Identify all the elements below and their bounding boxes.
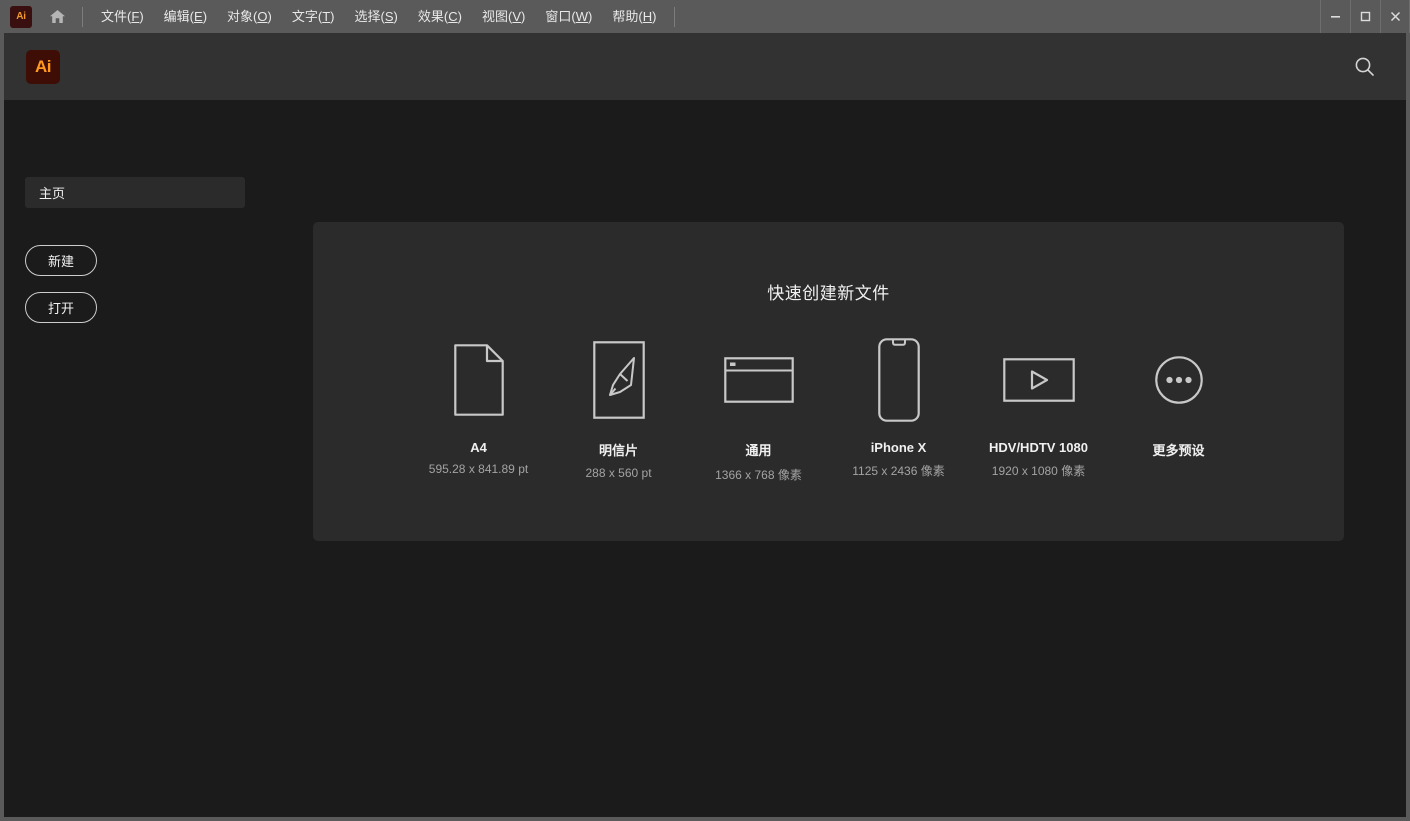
menu-window-mnemonic: W [575, 9, 588, 24]
paintbrush-icon [549, 337, 689, 423]
menu-file[interactable]: 文件(F) [91, 0, 154, 33]
quick-create-panel: 快速创建新文件 A4 595.28 x 841.89 pt 明信片 288 x … [313, 222, 1344, 541]
menu-object-mnemonic: O [257, 9, 268, 24]
menu-type[interactable]: 文字(T) [282, 0, 345, 33]
menu-object[interactable]: 对象(O) [217, 0, 282, 33]
home-button[interactable] [40, 0, 74, 33]
preset-iphone-x-size: 1125 x 2436 像素 [852, 464, 945, 478]
menu-edit[interactable]: 编辑(E) [154, 0, 217, 33]
menu-edit-mnemonic: E [194, 9, 203, 24]
video-play-icon [969, 337, 1109, 423]
illustrator-window: Ai 文件(F) 编辑(E) 对象(O) 文字(T) 选择(S) 效果(C) 视… [0, 0, 1410, 821]
preset-postcard-name: 明信片 [598, 443, 638, 458]
menu-view-mnemonic: V [512, 9, 522, 24]
preset-more[interactable]: 更多预设 [1109, 337, 1249, 466]
menubar-separator [82, 6, 83, 27]
menu-effect-mnemonic: C [448, 9, 458, 24]
home-icon [49, 9, 66, 24]
menubar: 文件(F) 编辑(E) 对象(O) 文字(T) 选择(S) 效果(C) 视图(V… [91, 0, 683, 33]
menu-help[interactable]: 帮助(H) [602, 0, 666, 33]
new-file-button-label: 新建 [47, 254, 74, 269]
menu-type-mnemonic: T [322, 9, 331, 24]
menu-file-text: 文件 [101, 9, 128, 24]
body-area: 主页 新建 打开 快速创建新文件 A4 595.28 x 841.89 pt 明… [4, 100, 1406, 817]
menu-window-text: 窗口 [545, 9, 572, 24]
title-menu-bar: Ai 文件(F) 编辑(E) 对象(O) 文字(T) 选择(S) 效果(C) 视… [0, 0, 1410, 33]
preset-a4[interactable]: A4 595.28 x 841.89 pt [409, 337, 549, 476]
menu-type-text: 文字 [291, 9, 318, 24]
window-controls [1320, 0, 1410, 33]
preset-postcard[interactable]: 明信片 288 x 560 pt [549, 337, 689, 480]
menu-view[interactable]: 视图(V) [472, 0, 535, 33]
phone-icon [829, 337, 969, 423]
minimize-icon [1330, 11, 1341, 22]
document-page-icon [409, 337, 549, 423]
preset-iphone-x[interactable]: iPhone X 1125 x 2436 像素 [829, 337, 969, 479]
preset-more-name: 更多预设 [1152, 443, 1205, 458]
app-logo-label: Ai [35, 56, 52, 76]
menu-help-mnemonic: H [642, 9, 653, 24]
menu-file-mnemonic: F [131, 9, 140, 24]
preset-web[interactable]: 通用 1366 x 768 像素 [689, 337, 829, 483]
menu-select-text: 选择 [354, 9, 381, 24]
menu-edit-text: 编辑 [163, 9, 190, 24]
more-dots-icon [1109, 337, 1249, 423]
menu-view-text: 视图 [481, 9, 508, 24]
preset-postcard-size: 288 x 560 pt [585, 466, 652, 480]
preset-hdtv-1080[interactable]: HDV/HDTV 1080 1920 x 1080 像素 [969, 337, 1109, 479]
preset-a4-name: A4 [470, 440, 487, 455]
close-button[interactable] [1380, 0, 1410, 33]
menubar-end-separator [674, 6, 676, 27]
menu-object-text: 对象 [227, 9, 254, 24]
preset-iphone-x-name: iPhone X [870, 440, 927, 455]
search-button[interactable] [1342, 45, 1386, 89]
menu-select[interactable]: 选择(S) [345, 0, 408, 33]
menu-effect-text: 效果 [417, 9, 444, 24]
search-icon [1353, 55, 1376, 78]
maximize-icon [1360, 11, 1371, 22]
sidebar-item-home-label: 主页 [39, 186, 66, 201]
app-icon-small: Ai [10, 5, 32, 28]
menu-window[interactable]: 窗口(W) [535, 0, 602, 33]
browser-window-icon [689, 337, 829, 423]
sidebar-item-home[interactable]: 主页 [25, 177, 245, 208]
close-icon [1390, 11, 1401, 22]
maximize-button[interactable] [1350, 0, 1380, 33]
preset-hdtv-1080-name: HDV/HDTV 1080 [989, 440, 1088, 455]
menu-effect[interactable]: 效果(C) [408, 0, 472, 33]
minimize-button[interactable] [1320, 0, 1350, 33]
app-icon-small-label: Ai [16, 11, 26, 22]
sidebar: 主页 新建 打开 [4, 100, 304, 817]
app-logo: Ai [26, 49, 60, 84]
menu-help-text: 帮助 [612, 9, 639, 24]
app-header: Ai [4, 33, 1406, 100]
preset-web-size: 1366 x 768 像素 [715, 468, 802, 482]
open-file-button-label: 打开 [47, 301, 74, 316]
open-file-button[interactable]: 打开 [25, 292, 97, 323]
quick-create-title: 快速创建新文件 [767, 284, 890, 303]
preset-a4-size: 595.28 x 841.89 pt [428, 462, 529, 476]
preset-hdtv-1080-size: 1920 x 1080 像素 [991, 464, 1086, 478]
new-file-button[interactable]: 新建 [25, 245, 97, 276]
menu-select-mnemonic: S [384, 9, 394, 24]
preset-web-name: 通用 [745, 443, 772, 458]
client-area: Ai 主页 新建 打开 快速创建新文件 A4 595.28 x 841.89 p… [4, 33, 1406, 817]
preset-list: A4 595.28 x 841.89 pt 明信片 288 x 560 pt 通… [313, 337, 1344, 483]
